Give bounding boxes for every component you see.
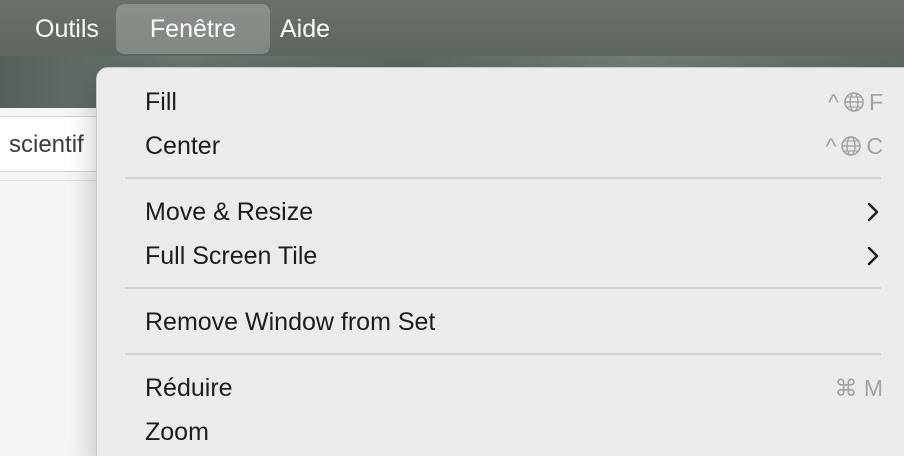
control-key-symbol: ^: [825, 133, 837, 159]
menu-item-zoom-label: Zoom: [145, 418, 209, 446]
menu-item-remove-window[interactable]: Remove Window from Set: [97, 300, 897, 344]
menu-item-move-resize[interactable]: Move & Resize: [97, 190, 897, 234]
menu-item-full-screen-tile-label: Full Screen Tile: [145, 242, 318, 270]
menu-bar: Outils Fenêtre Aide: [0, 0, 904, 56]
chevron-right-icon: [867, 246, 879, 266]
menu-item-center-shortcut: ^ C: [826, 124, 883, 168]
menu-item-fill-label: Fill: [145, 88, 177, 116]
menu-item-move-resize-label: Move & Resize: [145, 198, 314, 226]
menu-item-zoom[interactable]: Zoom: [97, 410, 897, 454]
app-divider: [0, 180, 110, 181]
globe-icon: [841, 136, 862, 156]
menu-item-center[interactable]: Center ^ C: [97, 124, 897, 168]
control-key-symbol: ^: [828, 89, 839, 115]
menu-item-reduire[interactable]: Réduire ⌘ M: [97, 366, 897, 410]
menu-separator: [125, 353, 881, 355]
menu-item-reduire-label: Réduire: [145, 374, 233, 402]
globe-icon: [844, 92, 864, 112]
menubar-item-outils[interactable]: Outils: [17, 4, 117, 54]
window-menu: Fill ^ F Center ^ C Move & Resize Full S…: [96, 67, 904, 456]
menu-item-fill[interactable]: Fill ^ F: [97, 80, 897, 124]
menu-separator: [125, 177, 881, 179]
menubar-item-aide[interactable]: Aide: [262, 4, 348, 54]
search-field-text: scientif: [9, 131, 84, 158]
menu-item-fill-shortcut: ^ F: [828, 80, 883, 124]
menu-item-reduire-shortcut: ⌘ M: [834, 375, 883, 401]
menu-item-center-label: Center: [145, 132, 221, 160]
menu-separator: [125, 287, 881, 289]
menu-item-remove-window-label: Remove Window from Set: [145, 308, 436, 336]
chevron-right-icon: [867, 202, 879, 222]
shortcut-key-c: C: [866, 133, 883, 159]
menu-item-full-screen-tile[interactable]: Full Screen Tile: [97, 234, 897, 278]
menubar-item-fenetre[interactable]: Fenêtre: [116, 4, 270, 54]
shortcut-key-f: F: [868, 89, 883, 115]
